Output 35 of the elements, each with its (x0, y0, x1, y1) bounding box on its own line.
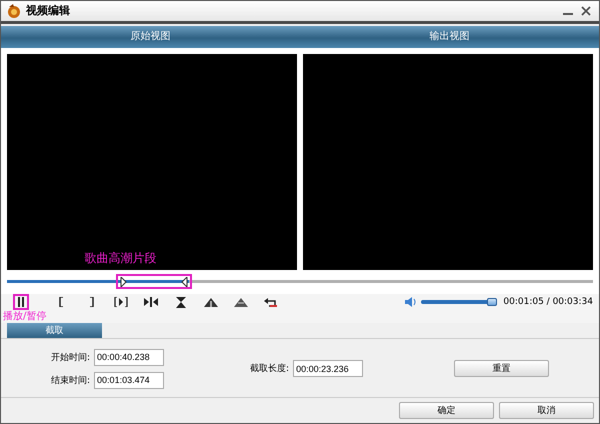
field-label: 开始时间: (51, 352, 90, 364)
pause-icon (17, 297, 25, 308)
input-field[interactable]: 00:00:40.238 (94, 348, 164, 366)
volume-thumb[interactable] (487, 298, 498, 306)
annotation-label: 歌曲高潮片段 (84, 250, 157, 267)
dialog-button[interactable]: 取消 (499, 402, 594, 419)
undo-icon (264, 297, 278, 308)
volume-fill (421, 300, 488, 304)
left-bracket-icon (58, 297, 64, 308)
dialog-button[interactable]: 确定 (399, 402, 494, 419)
hourglass-icon (176, 296, 186, 308)
annotation-label: 播放/暂停 (3, 310, 46, 323)
view-heading: 原始视图 (130, 30, 172, 44)
close-icon[interactable] (581, 6, 591, 16)
field-label: 结束时间: (51, 374, 90, 387)
end-marker-icon[interactable] (180, 276, 188, 287)
input-field[interactable]: 00:01:03.474 (94, 372, 164, 389)
playback-time: 00:01:05 / 00:03:34 (503, 297, 593, 308)
window-title: 视频编辑 (26, 3, 70, 18)
peak-icon (234, 297, 248, 308)
reset-button[interactable]: 重置 (454, 360, 549, 378)
converging-arrows-icon (144, 297, 158, 308)
tab[interactable]: 截取 (7, 323, 102, 338)
peak-icon (204, 297, 218, 308)
view-heading: 输出视图 (428, 30, 470, 44)
input-field[interactable]: 00:00:23.236 (293, 360, 364, 378)
field-label: 截取长度: (250, 362, 290, 376)
pause-button[interactable] (13, 294, 29, 310)
volume-icon[interactable] (405, 297, 418, 308)
start-marker-icon[interactable] (120, 276, 127, 287)
app-logo-icon (6, 2, 22, 19)
selection-range[interactable] (116, 274, 192, 289)
seek-track[interactable] (7, 280, 593, 283)
right-bracket-icon (88, 297, 94, 308)
bracketed-play-icon (114, 297, 128, 308)
